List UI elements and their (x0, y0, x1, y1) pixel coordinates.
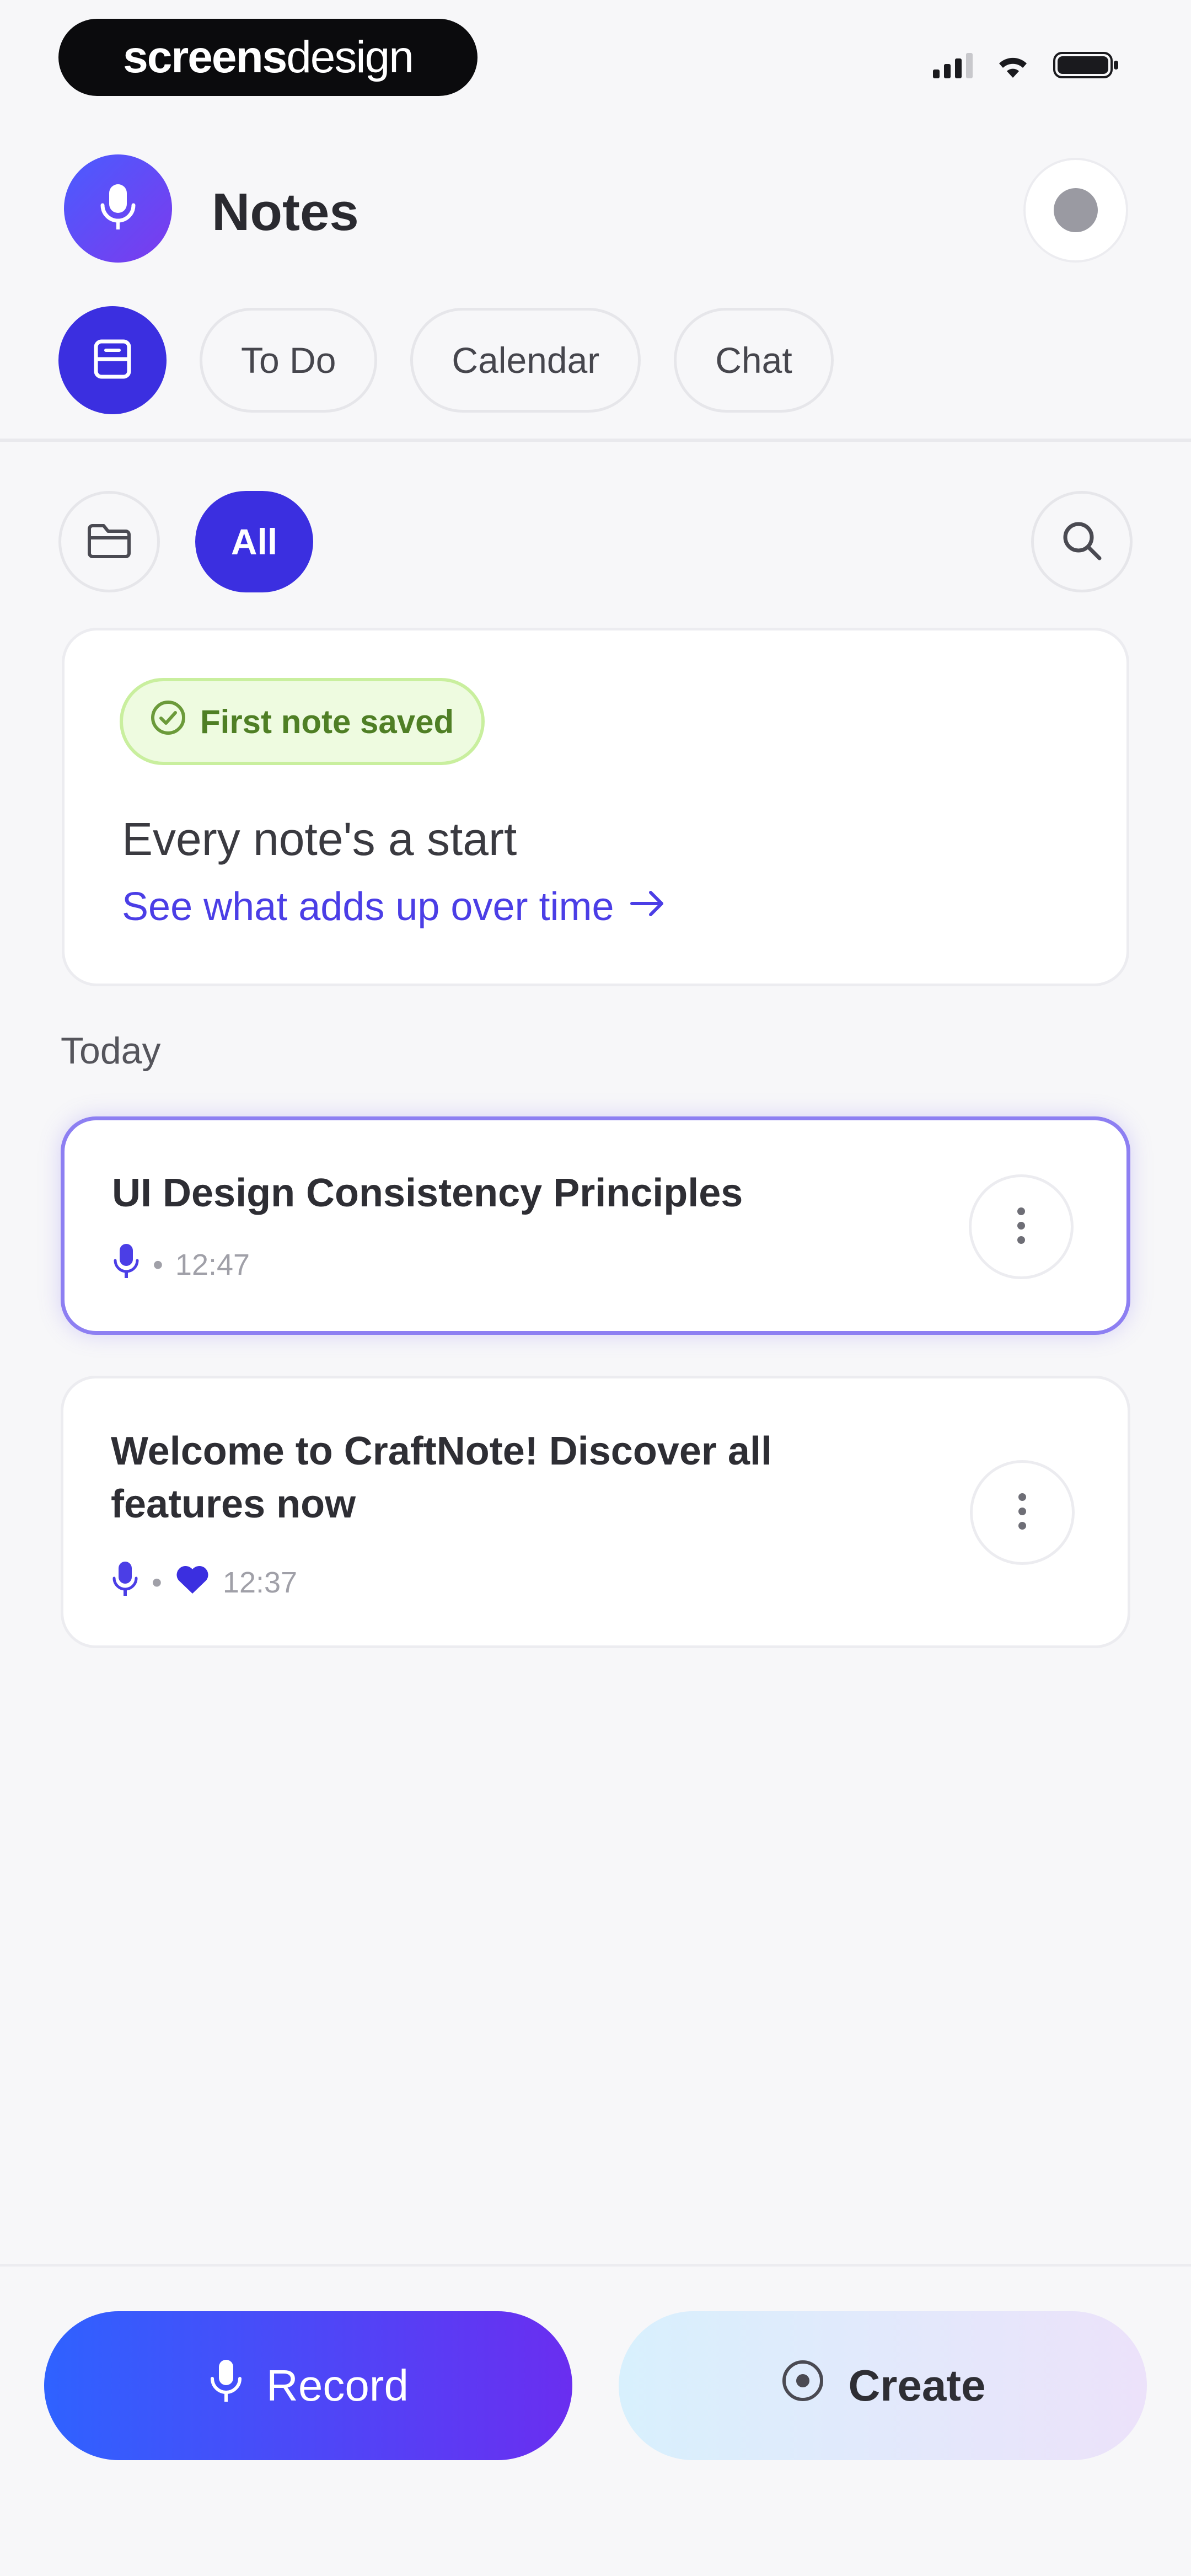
tab-calendar[interactable]: Calendar (410, 308, 641, 413)
meta-separator: • (153, 1248, 163, 1281)
create-label: Create (848, 2361, 986, 2410)
header-divider (0, 439, 1191, 442)
microphone-icon (112, 1243, 141, 1286)
brand-text-light: design (286, 32, 414, 82)
tab-bar: To Do Calendar Chat (58, 306, 834, 414)
filter-row: All (0, 491, 1191, 596)
battery-icon (1053, 51, 1119, 82)
search-button[interactable] (1031, 491, 1133, 592)
badge-label: First note saved (200, 703, 454, 740)
heart-icon (174, 1563, 211, 1602)
brand-watermark: screens design (58, 19, 478, 96)
check-circle-icon (149, 699, 187, 744)
search-icon (1060, 519, 1104, 565)
note-time: 12:47 (175, 1248, 250, 1281)
note-card[interactable]: Welcome to CraftNote! Discover all featu… (61, 1376, 1130, 1648)
folder-icon (86, 521, 132, 563)
app-screen: screens design Notes To Do Calendar Chat… (0, 0, 1191, 2576)
signal-icon (933, 52, 973, 81)
arrow-right-icon (629, 884, 667, 929)
brand-text-bold: screens (123, 32, 287, 82)
note-more-button[interactable] (969, 1174, 1074, 1279)
profile-button[interactable] (1023, 158, 1128, 263)
first-note-badge: First note saved (120, 678, 485, 765)
microphone-icon (111, 1560, 140, 1604)
section-today: Today (61, 1030, 161, 1072)
progress-link-label: See what adds up over time (122, 885, 614, 929)
filter-all-chip[interactable]: All (195, 491, 313, 592)
app-header: Notes To Do Calendar Chat (0, 149, 1191, 425)
more-vertical-icon (1016, 1204, 1027, 1250)
note-more-button[interactable] (970, 1460, 1075, 1565)
note-title: Welcome to CraftNote! Discover all featu… (111, 1429, 772, 1526)
card-heading: Every note's a start (122, 813, 517, 865)
notes-icon (90, 337, 135, 384)
page-title: Notes (212, 183, 359, 242)
note-card[interactable]: UI Design Consistency Principles • 12:47 (61, 1116, 1130, 1335)
record-button[interactable]: Record (44, 2311, 572, 2460)
note-meta: • 12:37 (111, 1560, 297, 1604)
tab-to-do[interactable]: To Do (200, 308, 378, 413)
tab-notes[interactable] (58, 306, 167, 414)
profile-icon (1054, 188, 1098, 232)
add-circle-icon (780, 2358, 826, 2414)
folder-button[interactable] (58, 491, 160, 592)
microphone-icon (96, 181, 140, 237)
more-vertical-icon (1017, 1489, 1028, 1536)
meta-separator: • (152, 1565, 162, 1599)
create-button[interactable]: Create (619, 2311, 1147, 2460)
milestone-card[interactable]: First note saved Every note's a start Se… (62, 628, 1129, 986)
wifi-icon (995, 51, 1031, 82)
record-label: Record (266, 2361, 409, 2410)
microphone-icon (208, 2358, 244, 2414)
progress-link[interactable]: See what adds up over time (122, 884, 667, 929)
note-meta: • 12:47 (112, 1243, 250, 1286)
tab-chat[interactable]: Chat (674, 308, 834, 413)
note-title: UI Design Consistency Principles (112, 1171, 743, 1215)
app-logo (64, 154, 172, 263)
status-bar: screens design (0, 0, 1191, 121)
status-icons (933, 51, 1119, 82)
bottom-divider (0, 2264, 1191, 2267)
note-time: 12:37 (222, 1565, 298, 1599)
